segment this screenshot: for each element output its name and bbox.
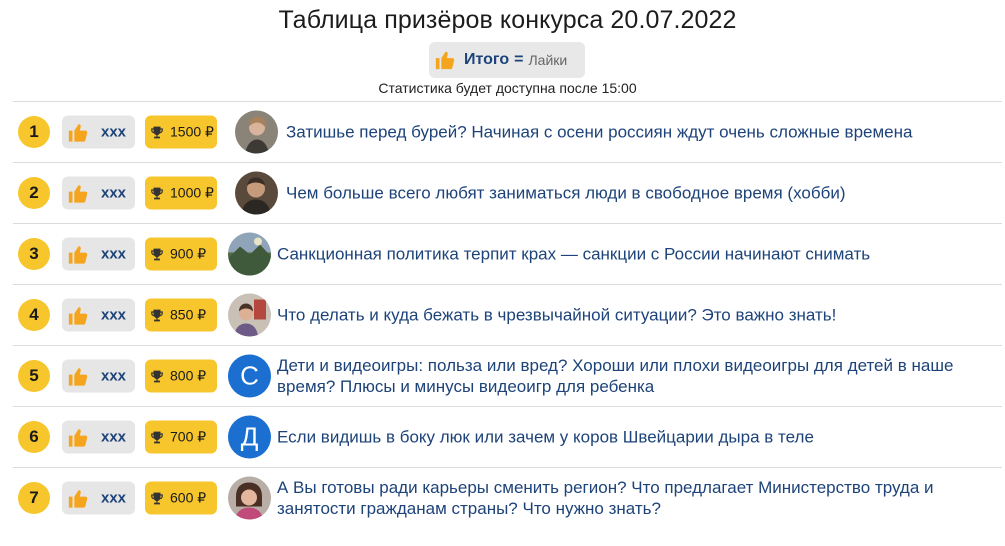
avatar[interactable] — [235, 171, 278, 215]
rank-badge: 5 — [18, 360, 50, 392]
avatar[interactable]: С — [228, 354, 271, 398]
table-row: 5 xxx 800 ₽ С Дети и видеоигры: польза и… — [13, 345, 1002, 406]
likes-count: xxx — [101, 306, 127, 324]
thumbs-up-icon — [68, 489, 88, 508]
thumbs-up-icon — [68, 428, 88, 447]
prize-amount: 600 ₽ — [170, 489, 207, 506]
article-link[interactable]: Чем больше всего любят заниматься люди в… — [286, 183, 1005, 204]
likes-badge: xxx — [62, 359, 135, 393]
prize-amount: 1500 ₽ — [170, 123, 214, 140]
likes-count: xxx — [101, 123, 127, 141]
article-link[interactable]: Если видишь в боку люк или зачем у коров… — [277, 427, 997, 448]
avatar[interactable] — [235, 110, 278, 154]
likes-badge: xxx — [62, 420, 135, 454]
prize-amount: 1000 ₽ — [170, 184, 214, 201]
prize-badge: 1000 ₽ — [145, 176, 217, 210]
trophy-icon — [151, 370, 163, 382]
rank-badge: 3 — [18, 238, 50, 270]
prize-amount: 700 ₽ — [170, 428, 207, 445]
rank-badge: 6 — [18, 421, 50, 453]
table-row: 7 xxx 600 ₽ А Вы готовы ради карьеры сме… — [13, 467, 1002, 528]
table-row: 6 xxx 700 ₽ Д Если видишь в боку люк или… — [13, 406, 1002, 467]
thumbs-up-icon — [68, 245, 88, 264]
table-row: 4 xxx 850 ₽ Что делать и куда бежать в ч… — [13, 284, 1002, 345]
rank-badge: 7 — [18, 482, 50, 514]
article-link[interactable]: Дети и видеоигры: польза или вред? Хорош… — [277, 355, 997, 397]
thumbs-up-icon — [68, 123, 88, 142]
totals-sublabel: Лайки — [528, 52, 568, 68]
prize-amount: 850 ₽ — [170, 306, 207, 323]
likes-count: xxx — [101, 489, 127, 507]
likes-count: xxx — [101, 184, 127, 202]
totals-label: Итого — [464, 51, 510, 68]
stats-note: Статистика будет доступна после 15:00 — [378, 80, 637, 96]
thumbs-up-icon — [68, 184, 88, 203]
likes-count: xxx — [101, 367, 127, 385]
table-row: 3 xxx 900 ₽ Санкционная политика терпит … — [13, 223, 1002, 284]
trophy-icon — [151, 492, 163, 504]
avatar[interactable] — [228, 293, 271, 337]
trophy-icon — [151, 126, 163, 138]
table-row: 1 xxx 1500 ₽ Затишье перед бурей? Начина… — [13, 101, 1002, 162]
totals-badge: Итого = Лайки — [429, 42, 585, 78]
likes-badge: xxx — [62, 176, 135, 210]
prize-amount: 800 ₽ — [170, 367, 207, 384]
thumbs-up-icon — [68, 367, 88, 386]
likes-badge: xxx — [62, 298, 135, 332]
trophy-icon — [151, 431, 163, 443]
article-link[interactable]: А Вы готовы ради карьеры сменить регион?… — [277, 477, 997, 519]
likes-badge: xxx — [62, 237, 135, 271]
article-link[interactable]: Затишье перед бурей? Начиная с осени рос… — [286, 122, 1005, 143]
avatar[interactable] — [228, 232, 271, 276]
prize-badge: 600 ₽ — [145, 481, 217, 515]
avatar[interactable]: Д — [228, 415, 271, 459]
likes-count: xxx — [101, 428, 127, 446]
likes-badge: xxx — [62, 481, 135, 515]
prize-table: 1 xxx 1500 ₽ Затишье перед бурей? Начина… — [13, 101, 1002, 528]
trophy-icon — [151, 309, 163, 321]
article-link[interactable]: Санкционная политика терпит крах — санкц… — [277, 244, 997, 265]
prize-badge: 900 ₽ — [145, 237, 217, 271]
rank-badge: 4 — [18, 299, 50, 331]
totals-equals: = — [514, 51, 524, 68]
likes-count: xxx — [101, 245, 127, 263]
thumbs-up-icon — [68, 306, 88, 325]
prize-badge: 800 ₽ — [145, 359, 217, 393]
avatar[interactable] — [228, 476, 271, 520]
prize-badge: 1500 ₽ — [145, 115, 217, 149]
table-row: 2 xxx 1000 ₽ Чем больше всего любят зани… — [13, 162, 1002, 223]
rank-badge: 1 — [18, 116, 50, 148]
prize-amount: 900 ₽ — [170, 245, 207, 262]
trophy-icon — [151, 248, 163, 260]
likes-badge: xxx — [62, 115, 135, 149]
prize-badge: 700 ₽ — [145, 420, 217, 454]
article-link[interactable]: Что делать и куда бежать в чрезвычайной … — [277, 305, 997, 326]
trophy-icon — [151, 187, 163, 199]
prize-badge: 850 ₽ — [145, 298, 217, 332]
rank-badge: 2 — [18, 177, 50, 209]
thumbs-up-icon — [435, 51, 455, 70]
page-title: Таблица призёров конкурса 20.07.2022 — [278, 6, 737, 34]
